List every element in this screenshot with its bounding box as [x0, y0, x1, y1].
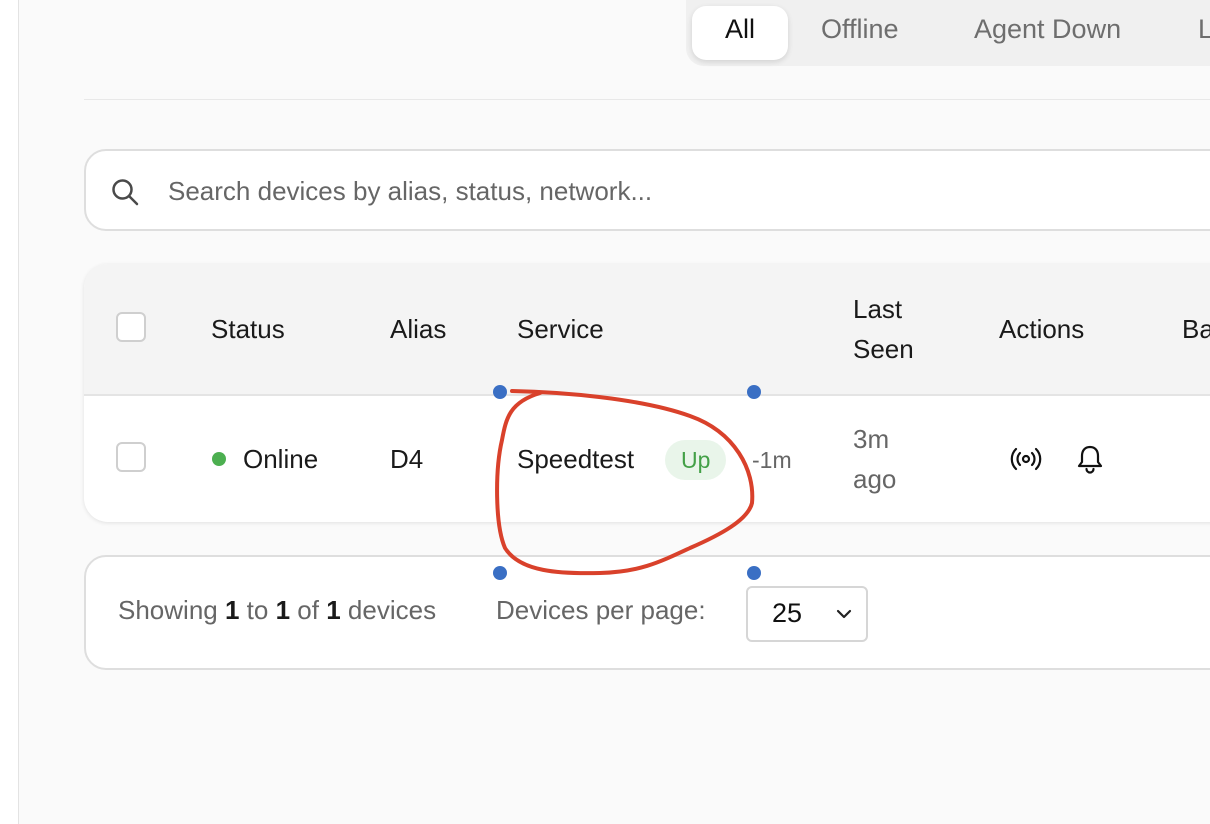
column-header-alias[interactable]: Alias — [390, 309, 446, 349]
column-header-last-seen-line2: Seen — [853, 334, 914, 364]
pagination-bar: Showing 1 to 1 of 1 devices Devices per … — [84, 555, 1210, 670]
table-header: Status Alias Service Last Seen Actions B… — [84, 264, 1210, 396]
status-dot — [212, 452, 226, 466]
tab-offline[interactable]: Offline — [821, 6, 899, 60]
last-seen-line1: 3m — [853, 424, 890, 454]
table-row: Online D4 Speedtest Up -1m 3m ago — [84, 394, 1210, 522]
showing-total: 1 — [326, 595, 341, 625]
service-status-badge: Up — [665, 440, 727, 480]
broadcast-icon[interactable] — [1009, 442, 1043, 476]
column-header-actions: Actions — [999, 314, 1085, 344]
last-seen-text: 3m ago — [853, 419, 896, 499]
row-checkbox[interactable] — [116, 442, 146, 472]
left-sidebar-edge — [0, 0, 19, 824]
showing-to: 1 — [275, 595, 291, 625]
showing-suffix: devices — [347, 595, 437, 625]
devices-table: Status Alias Service Last Seen Actions B… — [84, 264, 1210, 522]
showing-prefix: Showing — [118, 595, 218, 625]
tab-truncated[interactable]: L — [1198, 6, 1210, 60]
showing-to-word: to — [246, 595, 269, 625]
device-search-bar — [84, 149, 1210, 231]
column-header-status[interactable]: Status — [211, 309, 285, 349]
column-header-last-seen-line1: Last — [853, 294, 903, 324]
per-page-value: 25 — [772, 598, 803, 628]
column-header-service[interactable]: Service — [517, 309, 604, 349]
per-page-select[interactable]: 25 — [746, 586, 868, 642]
showing-from: 1 — [224, 595, 240, 625]
showing-of-word: of — [297, 595, 319, 625]
per-page-label: Devices per page: — [496, 595, 706, 625]
select-all-checkbox[interactable] — [116, 312, 146, 342]
tab-all[interactable]: All — [692, 6, 788, 60]
alias-text: D4 — [390, 444, 424, 474]
bell-icon[interactable] — [1073, 442, 1107, 476]
section-divider — [84, 99, 1210, 100]
chevron-down-icon — [836, 609, 852, 619]
column-header-truncated[interactable]: Ba — [1182, 309, 1210, 349]
service-name: Speedtest — [517, 444, 635, 474]
pagination-info: Showing 1 to 1 of 1 devices — [118, 595, 436, 626]
tab-agent-down[interactable]: Agent Down — [974, 6, 1121, 60]
service-time: -1m — [752, 447, 792, 473]
last-seen-line2: ago — [853, 464, 897, 494]
search-input[interactable] — [166, 169, 1070, 213]
status-text: Online — [243, 444, 319, 474]
search-icon — [112, 179, 139, 206]
column-header-last-seen[interactable]: Last Seen — [853, 289, 914, 369]
status-filter-tabs: All Offline Agent Down L — [686, 0, 1210, 66]
